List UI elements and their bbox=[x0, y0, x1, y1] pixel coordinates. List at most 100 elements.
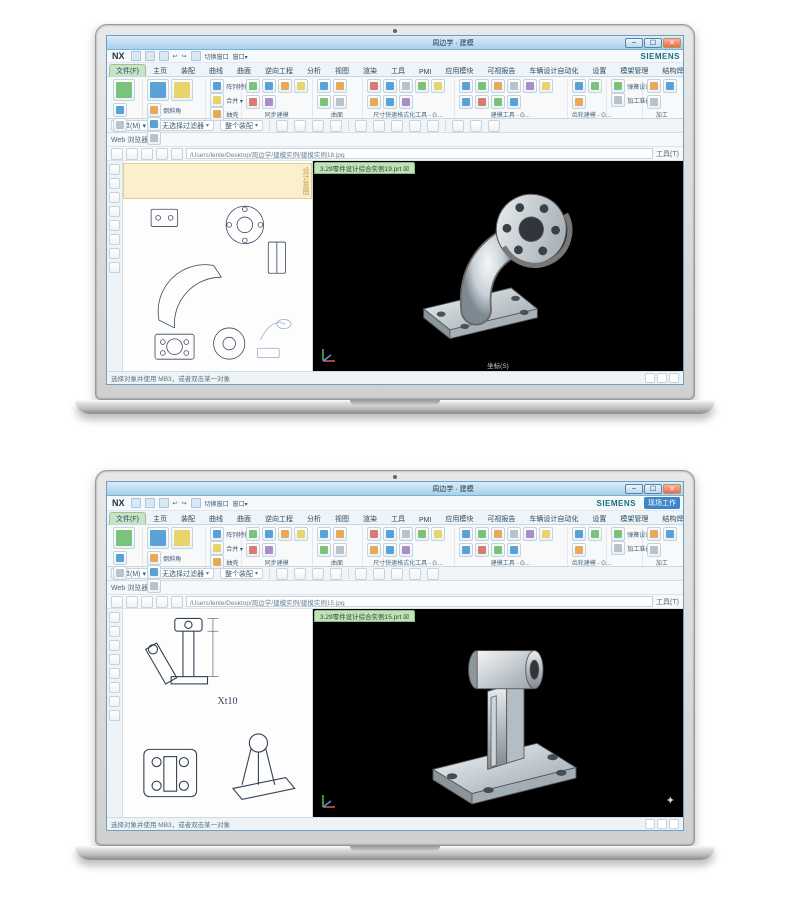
ribbon-icon[interactable] bbox=[317, 543, 331, 557]
ribbon-icon[interactable] bbox=[475, 527, 489, 541]
ribbon-icon[interactable] bbox=[415, 79, 429, 93]
ribbon-icon[interactable] bbox=[278, 79, 292, 93]
tab-reverse[interactable]: 逆向工程 bbox=[258, 512, 300, 524]
toolbar-icon[interactable] bbox=[312, 120, 324, 132]
ribbon-icon[interactable] bbox=[399, 79, 413, 93]
toolbar-icon[interactable] bbox=[488, 120, 500, 132]
tab-surface[interactable]: 曲面 bbox=[230, 64, 258, 76]
toolbar-icon[interactable] bbox=[355, 120, 367, 132]
ribbon-icon[interactable] bbox=[663, 527, 677, 541]
unite-icon[interactable] bbox=[210, 541, 224, 555]
ribbon-icon[interactable] bbox=[399, 95, 413, 109]
spring-icon[interactable] bbox=[611, 527, 625, 541]
tab-mold[interactable]: 模架管理 bbox=[613, 512, 655, 524]
tab-analysis[interactable]: 分析 bbox=[300, 512, 328, 524]
ribbon-icon[interactable] bbox=[523, 79, 537, 93]
maximize-button[interactable]: ☐ bbox=[644, 38, 662, 48]
toolbar-icon[interactable] bbox=[427, 120, 439, 132]
tab-curve[interactable]: 曲线 bbox=[202, 512, 230, 524]
toolbar-icon[interactable] bbox=[391, 568, 403, 580]
toolbar-icon[interactable] bbox=[409, 120, 421, 132]
tab-settings[interactable]: 设置 bbox=[585, 64, 613, 76]
ribbon-icon[interactable] bbox=[383, 527, 397, 541]
minimize-button[interactable]: – bbox=[625, 484, 643, 494]
nav-icon[interactable] bbox=[109, 640, 120, 651]
ribbon-icon[interactable] bbox=[333, 543, 347, 557]
qa-switch-window[interactable]: 切换窗口 bbox=[205, 52, 229, 61]
pattern-icon[interactable] bbox=[210, 527, 224, 541]
ribbon-icon[interactable] bbox=[262, 79, 276, 93]
draft-icon[interactable] bbox=[147, 131, 161, 145]
ribbon-icon[interactable] bbox=[294, 527, 308, 541]
ribbon-icon[interactable] bbox=[333, 79, 347, 93]
ribbon-icon[interactable] bbox=[588, 79, 602, 93]
toolbar-icon[interactable] bbox=[409, 568, 421, 580]
tab-file[interactable]: 文件(F) bbox=[109, 512, 146, 524]
ribbon-icon[interactable] bbox=[459, 95, 473, 109]
toolbar-icon[interactable] bbox=[470, 120, 482, 132]
reload-icon[interactable] bbox=[156, 596, 168, 608]
ribbon-icon[interactable] bbox=[647, 543, 661, 557]
qa-icon[interactable] bbox=[131, 498, 141, 508]
ribbon-icon[interactable] bbox=[367, 543, 381, 557]
toolbar-icon[interactable] bbox=[276, 120, 288, 132]
status-icon[interactable] bbox=[669, 373, 679, 383]
ribbon-icon[interactable] bbox=[317, 95, 331, 109]
ribbon-icon[interactable] bbox=[383, 79, 397, 93]
tab-home[interactable]: 主页 bbox=[146, 512, 174, 524]
qa-window-menu[interactable]: 窗口▾ bbox=[233, 499, 248, 508]
ribbon-icon[interactable] bbox=[262, 95, 276, 109]
ribbon-icon[interactable] bbox=[113, 551, 127, 565]
tab-analysis[interactable]: 分析 bbox=[300, 64, 328, 76]
scope-dropdown[interactable]: 整个装配▾ bbox=[220, 120, 263, 131]
nav-icon[interactable] bbox=[109, 206, 120, 217]
ribbon-icon[interactable] bbox=[647, 527, 661, 541]
shell-icon[interactable] bbox=[210, 555, 224, 569]
extrude-icon[interactable] bbox=[147, 527, 169, 549]
toolbar-icon[interactable] bbox=[355, 568, 367, 580]
chamfer-icon[interactable] bbox=[147, 103, 161, 117]
tab-weld[interactable]: 结构焊接 bbox=[655, 512, 684, 524]
back-icon[interactable] bbox=[111, 148, 123, 160]
ribbon-icon[interactable] bbox=[383, 543, 397, 557]
qa-item-undo[interactable]: ↩ bbox=[173, 53, 178, 60]
qa-switch-window[interactable]: 切换窗口 bbox=[205, 499, 229, 508]
ribbon-icon[interactable] bbox=[475, 79, 489, 93]
tab-file[interactable]: 文件(F) bbox=[109, 64, 146, 76]
home-icon[interactable] bbox=[171, 148, 183, 160]
ribbon-icon[interactable] bbox=[459, 527, 473, 541]
ribbon-icon[interactable] bbox=[507, 79, 521, 93]
stop-icon[interactable] bbox=[141, 596, 153, 608]
nav-icon[interactable] bbox=[109, 248, 120, 259]
unite-icon[interactable] bbox=[210, 93, 224, 107]
tab-render[interactable]: 渲染 bbox=[356, 512, 384, 524]
nav-icon[interactable] bbox=[109, 682, 120, 693]
sketch-icon[interactable] bbox=[113, 527, 135, 549]
toolbar-icon[interactable] bbox=[294, 568, 306, 580]
tab-pmi[interactable]: PMI bbox=[412, 515, 438, 524]
address-field[interactable]: /Users/lenle/Desktop/周边学/建模实例/建模实例15.jpg bbox=[186, 596, 653, 607]
spring-icon[interactable] bbox=[611, 79, 625, 93]
trim-icon[interactable] bbox=[147, 565, 161, 579]
tab-vehicle[interactable]: 车辆设计自动化 bbox=[522, 512, 585, 524]
ribbon-icon[interactable] bbox=[523, 527, 537, 541]
tab-assembly[interactable]: 装配 bbox=[174, 64, 202, 76]
toolbar-icon[interactable] bbox=[452, 120, 464, 132]
tab-tools[interactable]: 工具 bbox=[384, 512, 412, 524]
extrude-icon[interactable] bbox=[147, 79, 169, 101]
ribbon-icon[interactable] bbox=[278, 527, 292, 541]
nav-icon[interactable] bbox=[109, 654, 120, 665]
viewport[interactable]: 3.29零件设计综合实例15.prt ☒ bbox=[313, 609, 683, 817]
filter-dropdown[interactable]: 无选择过滤器▾ bbox=[157, 568, 214, 579]
qa-icon[interactable] bbox=[191, 51, 201, 61]
nav-icon[interactable] bbox=[109, 262, 120, 273]
ribbon-icon[interactable] bbox=[475, 95, 489, 109]
qa-icon[interactable] bbox=[145, 498, 155, 508]
nav-icon[interactable] bbox=[109, 164, 120, 175]
ribbon-icon[interactable] bbox=[431, 527, 445, 541]
close-button[interactable]: ✕ bbox=[663, 38, 681, 48]
ribbon-icon[interactable] bbox=[572, 527, 586, 541]
close-button[interactable]: ✕ bbox=[663, 484, 681, 494]
ribbon-icon[interactable] bbox=[367, 95, 381, 109]
filter-dropdown[interactable]: 无选择过滤器▾ bbox=[157, 120, 214, 131]
